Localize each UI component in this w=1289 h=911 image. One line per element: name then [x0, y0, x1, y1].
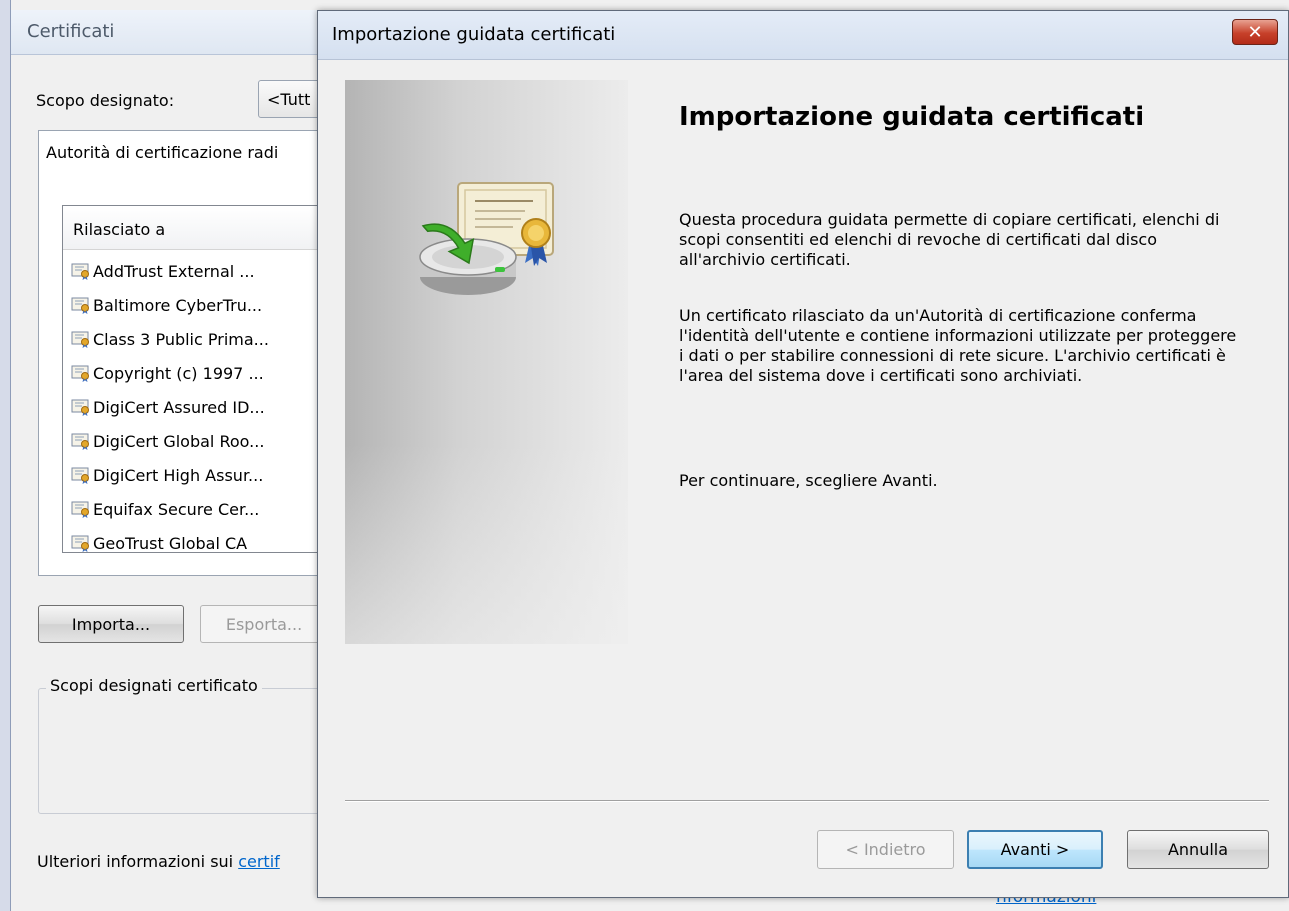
certificate-icon — [71, 398, 91, 416]
wizard-continue-paragraph: Per continuare, scegliere Avanti. — [679, 471, 938, 490]
purposes-group-label: Scopi designati certificato — [46, 676, 262, 695]
certificate-name: DigiCert Global Roo... — [93, 431, 265, 451]
wizard-side-panel — [345, 80, 628, 644]
list-item[interactable]: AddTrust External ... — [71, 257, 255, 285]
certificate-name: Class 3 Public Prima... — [93, 329, 269, 349]
list-item[interactable]: Copyright (c) 1997 ... — [71, 359, 264, 387]
list-item[interactable]: DigiCert High Assur... — [71, 461, 263, 489]
purposes-group — [38, 688, 328, 814]
close-icon: ✕ — [1247, 21, 1263, 43]
list-item[interactable]: DigiCert Global Roo... — [71, 427, 264, 455]
more-info-text: Ulteriori informazioni sui certif — [37, 852, 280, 871]
certificate-icon — [71, 534, 91, 552]
certificate-icon — [71, 330, 91, 348]
list-item[interactable]: Class 3 Public Prima... — [71, 325, 269, 353]
certificate-name: Baltimore CyberTru... — [93, 295, 263, 315]
list-item[interactable]: Baltimore CyberTru... — [71, 291, 262, 319]
back-button[interactable]: < Indietro — [817, 830, 954, 869]
certificate-icon — [71, 262, 91, 280]
import-button[interactable]: Importa... — [38, 605, 184, 643]
certificates-title: Certificati — [27, 21, 115, 42]
export-button[interactable]: Esporta... — [200, 605, 328, 643]
wizard-titlebar[interactable]: Importazione guidata certificati ✕ — [318, 11, 1288, 60]
certificate-name: GeoTrust Global CA — [93, 533, 248, 553]
more-info-label: Ulteriori informazioni sui — [37, 852, 239, 871]
column-header-label: Rilasciato a — [73, 220, 166, 239]
wizard-description-paragraph: Un certificato rilasciato da un'Autorità… — [679, 306, 1237, 385]
wizard-separator — [345, 800, 1269, 802]
certificate-icon — [71, 500, 91, 518]
certificate-name: AddTrust External ... — [93, 261, 255, 281]
wizard-client-area: Importazione guidata certificati Questa … — [318, 60, 1288, 897]
certificate-icon — [71, 466, 91, 484]
wizard-title: Importazione guidata certificati — [332, 24, 616, 45]
certificate-list[interactable]: Rilasciato a AddTrust External ... Baltim… — [62, 205, 328, 553]
import-wizard-dialog: Importazione guidata certificati ✕ Impor… — [317, 10, 1289, 898]
certificate-name: Equifax Secure Cer... — [93, 499, 260, 519]
list-item[interactable]: GeoTrust Global CA — [71, 529, 248, 553]
tab-root-authorities[interactable]: Autorità di certificazione radi — [46, 143, 278, 162]
list-item[interactable]: Equifax Secure Cer... — [71, 495, 259, 523]
scope-label: Scopo designato: — [36, 91, 175, 110]
list-item[interactable]: DigiCert Assured ID... — [71, 393, 265, 421]
certificate-icon — [71, 364, 91, 382]
certificate-name: DigiCert Assured ID... — [93, 397, 265, 417]
certificate-icon — [71, 432, 91, 450]
certificate-name: Copyright (c) 1997 ... — [93, 363, 264, 383]
column-header-issued-to[interactable]: Rilasciato a — [63, 206, 327, 250]
window-border — [0, 0, 11, 911]
cancel-button[interactable]: Annulla — [1127, 830, 1269, 869]
wizard-intro-paragraph: Questa procedura guidata permette di cop… — [679, 210, 1220, 269]
close-button[interactable]: ✕ — [1232, 19, 1278, 45]
certificate-icon — [71, 296, 91, 314]
certificate-name: DigiCert High Assur... — [93, 465, 264, 485]
certificate-import-icon — [419, 182, 554, 295]
wizard-heading: Importazione guidata certificati — [679, 102, 1145, 132]
next-button[interactable]: Avanti > — [967, 830, 1103, 869]
more-info-link[interactable]: certif — [238, 852, 280, 871]
certificates-titlebar[interactable]: Certificati — [11, 10, 317, 55]
